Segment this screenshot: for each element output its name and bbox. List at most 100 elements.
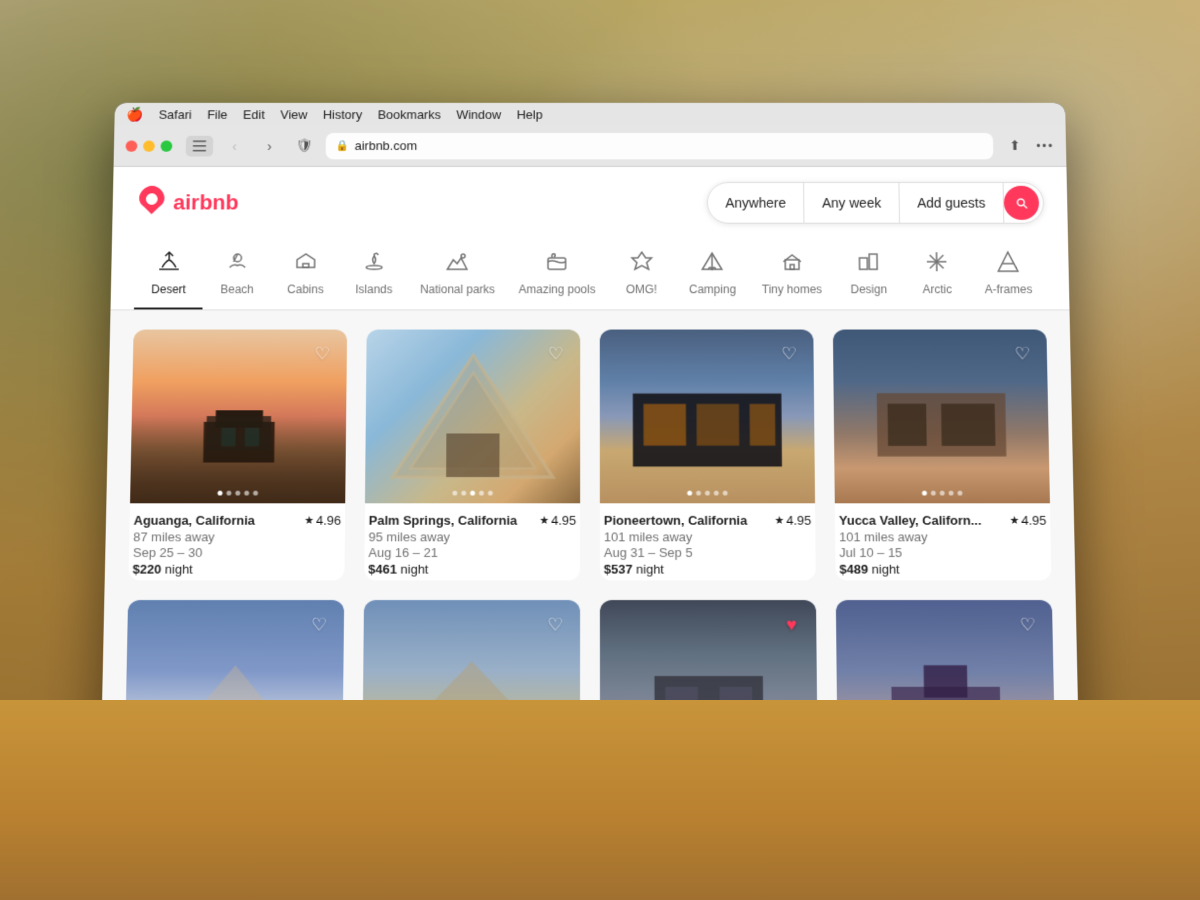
national-parks-label: National parks bbox=[420, 283, 495, 296]
shield-icon: 🛡 bbox=[291, 135, 318, 156]
dot bbox=[687, 491, 692, 496]
wishlist-button[interactable]: ♡ bbox=[774, 339, 804, 368]
airbnb-logo[interactable]: airbnb bbox=[136, 184, 239, 221]
file-menu[interactable]: File bbox=[207, 107, 228, 121]
listing-card-yucca[interactable]: ♡ Yucc bbox=[833, 330, 1052, 581]
category-arctic[interactable]: Arctic bbox=[902, 239, 971, 310]
listing-card-aguanga[interactable]: ♡ Agua bbox=[128, 330, 347, 581]
categories-bar: Desert Beach bbox=[134, 239, 1046, 310]
dot bbox=[218, 491, 223, 496]
listing-rating: ★ 4.95 bbox=[539, 513, 576, 528]
listing-location: Aguanga, California bbox=[133, 513, 255, 528]
bookmarks-menu[interactable]: Bookmarks bbox=[378, 107, 441, 121]
listing-card-pioneertown[interactable]: ♡ Pion bbox=[600, 330, 816, 581]
safari-menu[interactable]: Safari bbox=[159, 107, 192, 121]
listing-dates: Aug 31 – Sep 5 bbox=[604, 545, 812, 560]
share-button[interactable]: ⬆ bbox=[1001, 135, 1029, 156]
image-dots bbox=[218, 491, 259, 496]
category-beach[interactable]: Beach bbox=[202, 239, 272, 310]
url-text: airbnb.com bbox=[355, 139, 418, 153]
category-omg[interactable]: OMG! bbox=[607, 239, 676, 310]
dot bbox=[931, 491, 936, 496]
back-button[interactable]: ‹ bbox=[221, 135, 249, 156]
apple-menu[interactable]: 🍎 bbox=[126, 106, 143, 122]
wishlist-button[interactable]: ♡ bbox=[540, 610, 570, 640]
category-a-frames[interactable]: A-frames bbox=[971, 239, 1046, 310]
islands-label: Islands bbox=[355, 283, 392, 296]
star-icon: ★ bbox=[539, 514, 549, 527]
wishlist-button[interactable]: ♡ bbox=[307, 339, 337, 368]
category-design[interactable]: Design bbox=[834, 239, 903, 310]
help-menu[interactable]: Help bbox=[517, 107, 543, 121]
wishlist-button[interactable]: ♡ bbox=[1012, 610, 1042, 640]
sidebar-toggle[interactable] bbox=[186, 135, 214, 156]
lock-icon: 🔒 bbox=[335, 140, 348, 152]
islands-icon bbox=[362, 250, 386, 277]
listing-distance: 87 miles away bbox=[133, 530, 341, 545]
anywhere-pill[interactable]: Anywhere bbox=[708, 183, 805, 223]
star-icon: ★ bbox=[774, 514, 784, 527]
airbnb-header: airbnb Anywhere Any week Add guests bbox=[110, 167, 1069, 310]
category-camping[interactable]: Camping bbox=[676, 239, 750, 310]
toolbar: ‹ › 🛡 🔒 airbnb.com ⬆ ••• bbox=[114, 125, 1067, 166]
listing-distance: 95 miles away bbox=[369, 530, 577, 545]
forward-button[interactable]: › bbox=[256, 135, 283, 156]
wishlist-button[interactable]: ♡ bbox=[304, 610, 334, 640]
minimize-button[interactable] bbox=[143, 140, 155, 151]
image-dots bbox=[922, 491, 963, 496]
amazing-pools-label: Amazing pools bbox=[519, 283, 596, 296]
fullscreen-button[interactable] bbox=[161, 140, 173, 151]
more-btn[interactable]: ••• bbox=[1036, 139, 1054, 152]
image-dots bbox=[687, 491, 727, 496]
wishlist-button[interactable]: ♡ bbox=[1007, 339, 1037, 368]
dot bbox=[226, 491, 231, 496]
listing-location: Yucca Valley, Californ... bbox=[839, 513, 982, 528]
window-menu[interactable]: Window bbox=[456, 107, 501, 121]
dot bbox=[705, 491, 710, 496]
airbnb-logo-icon bbox=[136, 184, 168, 221]
close-button[interactable] bbox=[126, 140, 138, 151]
listing-price: $461 night bbox=[368, 562, 576, 577]
listing-image: ♡ bbox=[833, 330, 1050, 504]
category-tiny-homes[interactable]: Tiny homes bbox=[749, 239, 835, 310]
listing-dates: Sep 25 – 30 bbox=[133, 545, 341, 560]
listing-image: ♡ bbox=[365, 330, 580, 504]
traffic-lights bbox=[126, 140, 173, 151]
tiny-homes-label: Tiny homes bbox=[762, 283, 822, 296]
dot bbox=[452, 491, 457, 496]
dot bbox=[696, 491, 701, 496]
a-frames-icon bbox=[996, 250, 1020, 277]
design-icon bbox=[857, 250, 881, 277]
wishlist-button[interactable]: ♥ bbox=[776, 610, 806, 640]
listing-details: Palm Springs, California ★ 4.95 95 miles… bbox=[364, 503, 580, 580]
tiny-homes-icon bbox=[780, 250, 804, 277]
desert-label: Desert bbox=[151, 283, 186, 296]
address-bar[interactable]: 🔒 airbnb.com bbox=[326, 132, 994, 158]
category-national-parks[interactable]: National parks bbox=[408, 239, 507, 310]
listing-dates: Jul 10 – 15 bbox=[839, 545, 1047, 560]
category-cabins[interactable]: Cabins bbox=[271, 239, 340, 310]
wishlist-button[interactable]: ♡ bbox=[541, 339, 570, 368]
any-week-pill[interactable]: Any week bbox=[804, 183, 900, 223]
dot bbox=[488, 491, 493, 496]
category-amazing-pools[interactable]: Amazing pools bbox=[507, 239, 608, 310]
history-menu[interactable]: History bbox=[323, 107, 362, 121]
listing-dates: Aug 16 – 21 bbox=[368, 545, 576, 560]
image-dots bbox=[452, 491, 492, 496]
view-menu[interactable]: View bbox=[280, 107, 307, 121]
table-surface bbox=[0, 700, 1200, 900]
edit-menu[interactable]: Edit bbox=[243, 107, 265, 121]
listing-card-palm-springs[interactable]: ♡ Palm bbox=[364, 330, 580, 581]
listing-details: Pioneertown, California ★ 4.95 101 miles… bbox=[600, 503, 816, 580]
dot bbox=[922, 491, 927, 496]
category-desert[interactable]: Desert bbox=[134, 239, 204, 310]
add-guests-pill[interactable]: Add guests bbox=[899, 183, 1004, 223]
search-button[interactable] bbox=[1004, 186, 1040, 220]
cabins-icon bbox=[294, 250, 318, 277]
omg-icon bbox=[630, 250, 653, 277]
arctic-label: Arctic bbox=[923, 283, 953, 296]
listing-image: ♡ bbox=[130, 330, 347, 504]
camping-label: Camping bbox=[689, 283, 736, 296]
listing-distance: 101 miles away bbox=[604, 530, 812, 545]
category-islands[interactable]: Islands bbox=[339, 239, 408, 310]
